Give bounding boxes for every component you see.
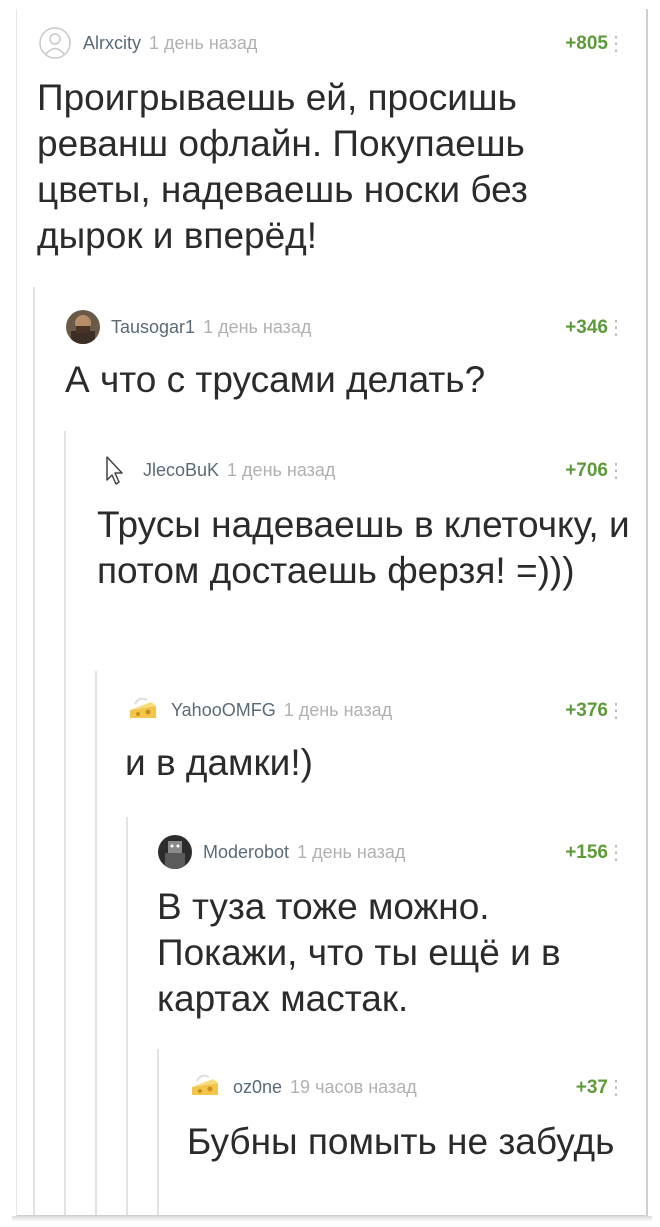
comment-text: Проигрываешь ей, просишь реванш офлайн. … bbox=[37, 77, 528, 256]
comment: Tausogar1 1 день назад +346 ⋮ А что с тру… bbox=[65, 309, 646, 409]
comment-text: и в дамки!) bbox=[125, 742, 313, 783]
comment-author[interactable]: Moderobot 1 день назад bbox=[203, 842, 405, 863]
comment-time: 19 часов назад bbox=[290, 1077, 417, 1097]
cheese-avatar-icon[interactable] bbox=[187, 1069, 223, 1105]
more-options-icon[interactable]: ⋮ bbox=[606, 698, 626, 723]
comment-time: 1 день назад bbox=[297, 842, 406, 862]
robot-photo-avatar[interactable] bbox=[157, 834, 193, 870]
comment-author[interactable]: oz0ne 19 часов назад bbox=[233, 1077, 417, 1098]
comment-rating: +706 bbox=[565, 460, 608, 481]
comment: YahooOMFG 1 день назад +376 ⋮ и в дамки!) bbox=[125, 692, 646, 792]
comment-time: 1 день назад bbox=[149, 33, 258, 53]
comment-time: 1 день назад bbox=[203, 317, 312, 337]
more-options-icon[interactable]: ⋮ bbox=[606, 458, 626, 483]
comment: Alrxcity 1 день назад +805 ⋮ Проигрываешь… bbox=[37, 25, 646, 285]
comment: oz0ne 19 часов назад +37 ⋮ Бубны помыть н… bbox=[187, 1069, 646, 1215]
comment-header: YahooOMFG 1 день назад +376 ⋮ bbox=[125, 692, 646, 728]
more-options-icon[interactable]: ⋮ bbox=[606, 31, 626, 56]
thread-line[interactable] bbox=[33, 287, 35, 1215]
comment-author[interactable]: Alrxcity 1 день назад bbox=[83, 33, 257, 54]
user-photo-avatar[interactable] bbox=[65, 309, 101, 345]
comment-author[interactable]: Tausogar1 1 день назад bbox=[111, 317, 311, 338]
comment-time: 1 день назад bbox=[283, 700, 393, 720]
more-options-icon[interactable]: ⋮ bbox=[606, 315, 626, 340]
comment-text: Трусы надеваешь в клеточку, и потом дост… bbox=[97, 504, 630, 591]
comment-rating: +346 bbox=[565, 317, 608, 338]
comment-author[interactable]: YahooOMFG 1 день назад bbox=[171, 700, 392, 721]
comment-author[interactable]: JlecoBuK 1 день назад bbox=[143, 460, 335, 481]
comment-header: Tausogar1 1 день назад +346 ⋮ bbox=[65, 309, 646, 345]
comment-text: Бубны помыть не забудь bbox=[187, 1121, 615, 1162]
comment-header: oz0ne 19 часов назад +37 ⋮ bbox=[187, 1069, 646, 1105]
comment-text: В туза тоже можно. Покажи, что ты ещё и … bbox=[157, 886, 561, 1019]
more-options-icon[interactable]: ⋮ bbox=[606, 1075, 626, 1100]
thread-line[interactable] bbox=[64, 431, 66, 1215]
comment-rating: +156 bbox=[565, 842, 608, 863]
comment-header: Alrxcity 1 день назад +805 ⋮ bbox=[37, 25, 646, 61]
comment-rating: +376 bbox=[565, 700, 608, 721]
comment-text: А что с трусами делать? bbox=[65, 359, 486, 400]
thread-line[interactable] bbox=[126, 817, 128, 1215]
frame-shadow bbox=[12, 1216, 652, 1222]
comment-rating: +805 bbox=[565, 33, 608, 54]
cursor-arrow-icon[interactable] bbox=[97, 452, 133, 488]
cheese-avatar-icon[interactable] bbox=[125, 692, 161, 728]
comment: Moderobot 1 день назад +156 ⋮ В туза тоже… bbox=[157, 834, 646, 1034]
comment: JlecoBuK 1 день назад +706 ⋮ Трусы надева… bbox=[97, 452, 646, 652]
thread-line[interactable] bbox=[157, 1049, 159, 1215]
more-options-icon[interactable]: ⋮ bbox=[606, 840, 626, 865]
default-avatar-icon[interactable] bbox=[37, 25, 73, 61]
comment-thread: Alrxcity 1 день назад +805 ⋮ Проигрываешь… bbox=[16, 9, 648, 1217]
comment-header: JlecoBuK 1 день назад +706 ⋮ bbox=[97, 452, 646, 488]
thread-line[interactable] bbox=[95, 671, 97, 1215]
comment-rating: +37 bbox=[575, 1077, 608, 1098]
comment-time: 1 день назад bbox=[227, 460, 336, 480]
comment-header: Moderobot 1 день назад +156 ⋮ bbox=[157, 834, 646, 870]
